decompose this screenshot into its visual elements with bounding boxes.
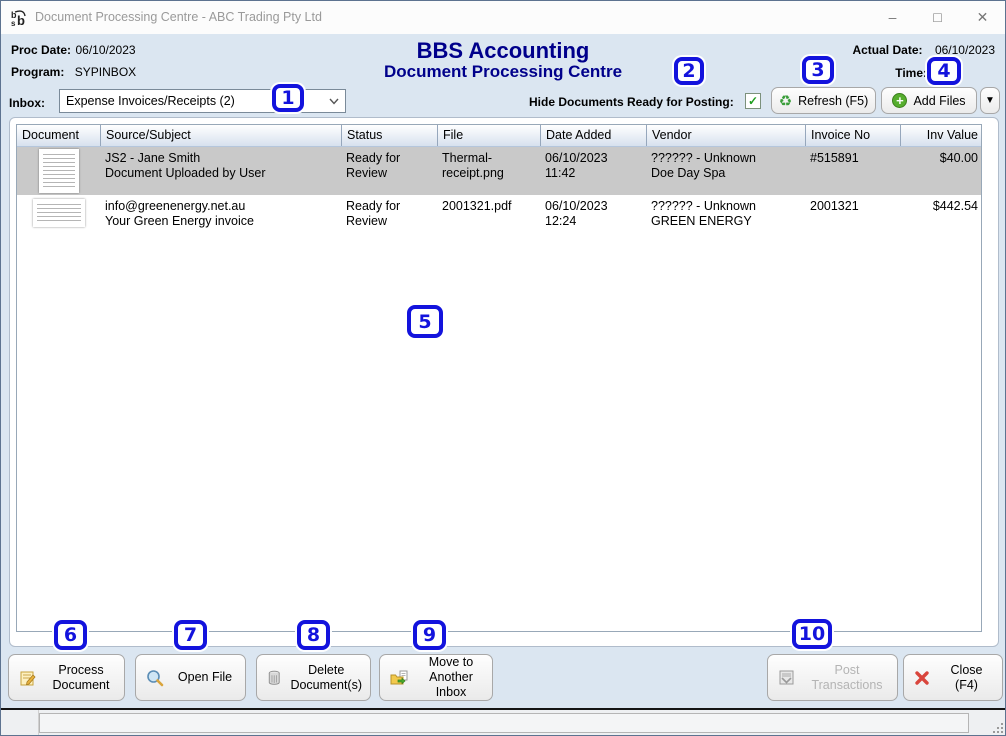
documents-panel: Document Source/Subject Status File Date…: [9, 117, 999, 647]
som-badge-5: 5: [407, 305, 443, 338]
resize-grip[interactable]: [991, 721, 1003, 733]
app-subtitle: Document Processing Centre: [1, 62, 1005, 82]
red-x-icon: [914, 670, 930, 686]
inbox-selected-value: Expense Invoices/Receipts (2): [66, 94, 235, 108]
process-document-button[interactable]: Process Document: [8, 654, 125, 701]
file-cell[interactable]: Thermal-receipt.png: [437, 147, 540, 195]
som-badge-10: 10: [792, 619, 832, 649]
vendor-cell: ?????? - Unknown GREEN ENERGY: [646, 195, 805, 231]
invoice-no-link[interactable]: 2001321: [805, 195, 900, 231]
close-f4-label: Close (F4): [939, 663, 1002, 693]
delete-documents-label: Delete Document(s): [290, 663, 370, 693]
refresh-icon: ♻: [779, 92, 792, 110]
documents-list: Document Source/Subject Status File Date…: [16, 124, 982, 632]
som-badge-8: 8: [297, 620, 330, 650]
som-badge-9: 9: [413, 620, 446, 650]
column-header-date-added[interactable]: Date Added: [540, 125, 646, 146]
delete-documents-button[interactable]: Delete Document(s): [256, 654, 371, 701]
hide-posting-label: Hide Documents Ready for Posting:: [529, 95, 734, 109]
column-header-inv-value[interactable]: Inv Value: [900, 125, 982, 146]
hide-posting-checkbox[interactable]: ✓: [745, 93, 761, 109]
open-file-button[interactable]: Open File: [135, 654, 246, 701]
move-to-another-inbox-button[interactable]: Move to Another Inbox: [379, 654, 493, 701]
dropdown-arrow-icon: ▼: [985, 95, 995, 106]
title-bar: b s b Document Processing Centre - ABC T…: [1, 1, 1005, 34]
process-document-label: Process Document: [46, 663, 124, 693]
som-badge-3: 3: [802, 56, 834, 84]
actual-date-label: Actual Date:: [852, 43, 922, 57]
check-icon: ✓: [748, 94, 758, 108]
svg-text:s: s: [11, 19, 16, 28]
som-badge-1: 1: [272, 84, 304, 112]
add-files-button[interactable]: + Add Files: [881, 87, 977, 114]
chevron-down-icon: [329, 98, 339, 105]
document-thumbnail[interactable]: [17, 147, 100, 195]
som-badge-4: 4: [927, 57, 961, 85]
table-header-row: Document Source/Subject Status File Date…: [17, 125, 982, 147]
column-header-invoice-no[interactable]: Invoice No: [805, 125, 900, 146]
column-header-document[interactable]: Document: [17, 125, 100, 146]
window-title: Document Processing Centre - ABC Trading…: [35, 10, 322, 24]
inv-value-cell: $442.54: [900, 195, 982, 231]
column-header-source-subject[interactable]: Source/Subject: [100, 125, 341, 146]
post-transactions-label: Post Transactions: [805, 663, 897, 693]
table-row[interactable]: info@greenenergy.net.au Your Green Energ…: [17, 195, 982, 231]
column-header-status[interactable]: Status: [341, 125, 437, 146]
table-row[interactable]: JS2 - Jane Smith Document Uploaded by Us…: [17, 147, 982, 195]
plus-icon: +: [892, 93, 907, 108]
move-folder-icon: [390, 669, 409, 687]
refresh-button-label: Refresh (F5): [798, 94, 868, 108]
source-subject-cell: JS2 - Jane Smith Document Uploaded by Us…: [100, 147, 341, 195]
open-file-label: Open File: [173, 670, 245, 685]
post-transactions-button[interactable]: Post Transactions: [767, 654, 898, 701]
som-badge-2: 2: [674, 57, 704, 85]
file-link[interactable]: 2001321.pdf: [437, 195, 540, 231]
move-to-another-inbox-label: Move to Another Inbox: [418, 655, 492, 700]
trash-bin-icon: [267, 669, 281, 687]
status-bar: [1, 710, 1006, 736]
refresh-button[interactable]: ♻ Refresh (F5): [771, 87, 876, 114]
column-header-file[interactable]: File: [437, 125, 540, 146]
som-badge-6: 6: [54, 620, 87, 650]
invoice-thumbnail-image: [33, 199, 85, 227]
add-files-button-label: Add Files: [913, 94, 965, 108]
actual-date-value: 06/10/2023: [935, 43, 995, 57]
invoice-no-cell: #515891: [805, 147, 900, 195]
document-thumbnail[interactable]: [17, 195, 100, 231]
magnifier-icon: [146, 669, 164, 687]
time-label: Time:: [895, 66, 927, 80]
receipt-thumbnail-image: [39, 149, 79, 193]
date-added-cell: 06/10/2023 12:24: [540, 195, 646, 231]
close-f4-button[interactable]: Close (F4): [903, 654, 1003, 701]
status-message-area: [39, 713, 969, 733]
vendor-cell: ?????? - Unknown Doe Day Spa: [646, 147, 805, 195]
process-document-icon: [19, 669, 37, 687]
close-icon[interactable]: ✕: [960, 1, 1005, 33]
minimize-icon[interactable]: –: [870, 1, 915, 33]
date-added-cell: 06/10/2023 11:42: [540, 147, 646, 195]
svg-text:b: b: [17, 13, 25, 28]
status-cell: Ready for Review: [341, 195, 437, 231]
inbox-label: Inbox:: [9, 96, 45, 110]
column-header-vendor[interactable]: Vendor: [646, 125, 805, 146]
post-transactions-icon: [778, 669, 796, 687]
status-cell: Ready for Review: [341, 147, 437, 195]
app-logo-icon: b s b: [10, 8, 30, 28]
som-badge-7: 7: [174, 620, 207, 650]
maximize-icon[interactable]: □: [915, 1, 960, 33]
add-files-dropdown-button[interactable]: ▼: [980, 87, 1000, 114]
app-window: b s b Document Processing Centre - ABC T…: [0, 0, 1006, 736]
inv-value-cell: $40.00: [900, 147, 982, 195]
source-subject-cell: info@greenenergy.net.au Your Green Energ…: [100, 195, 341, 231]
